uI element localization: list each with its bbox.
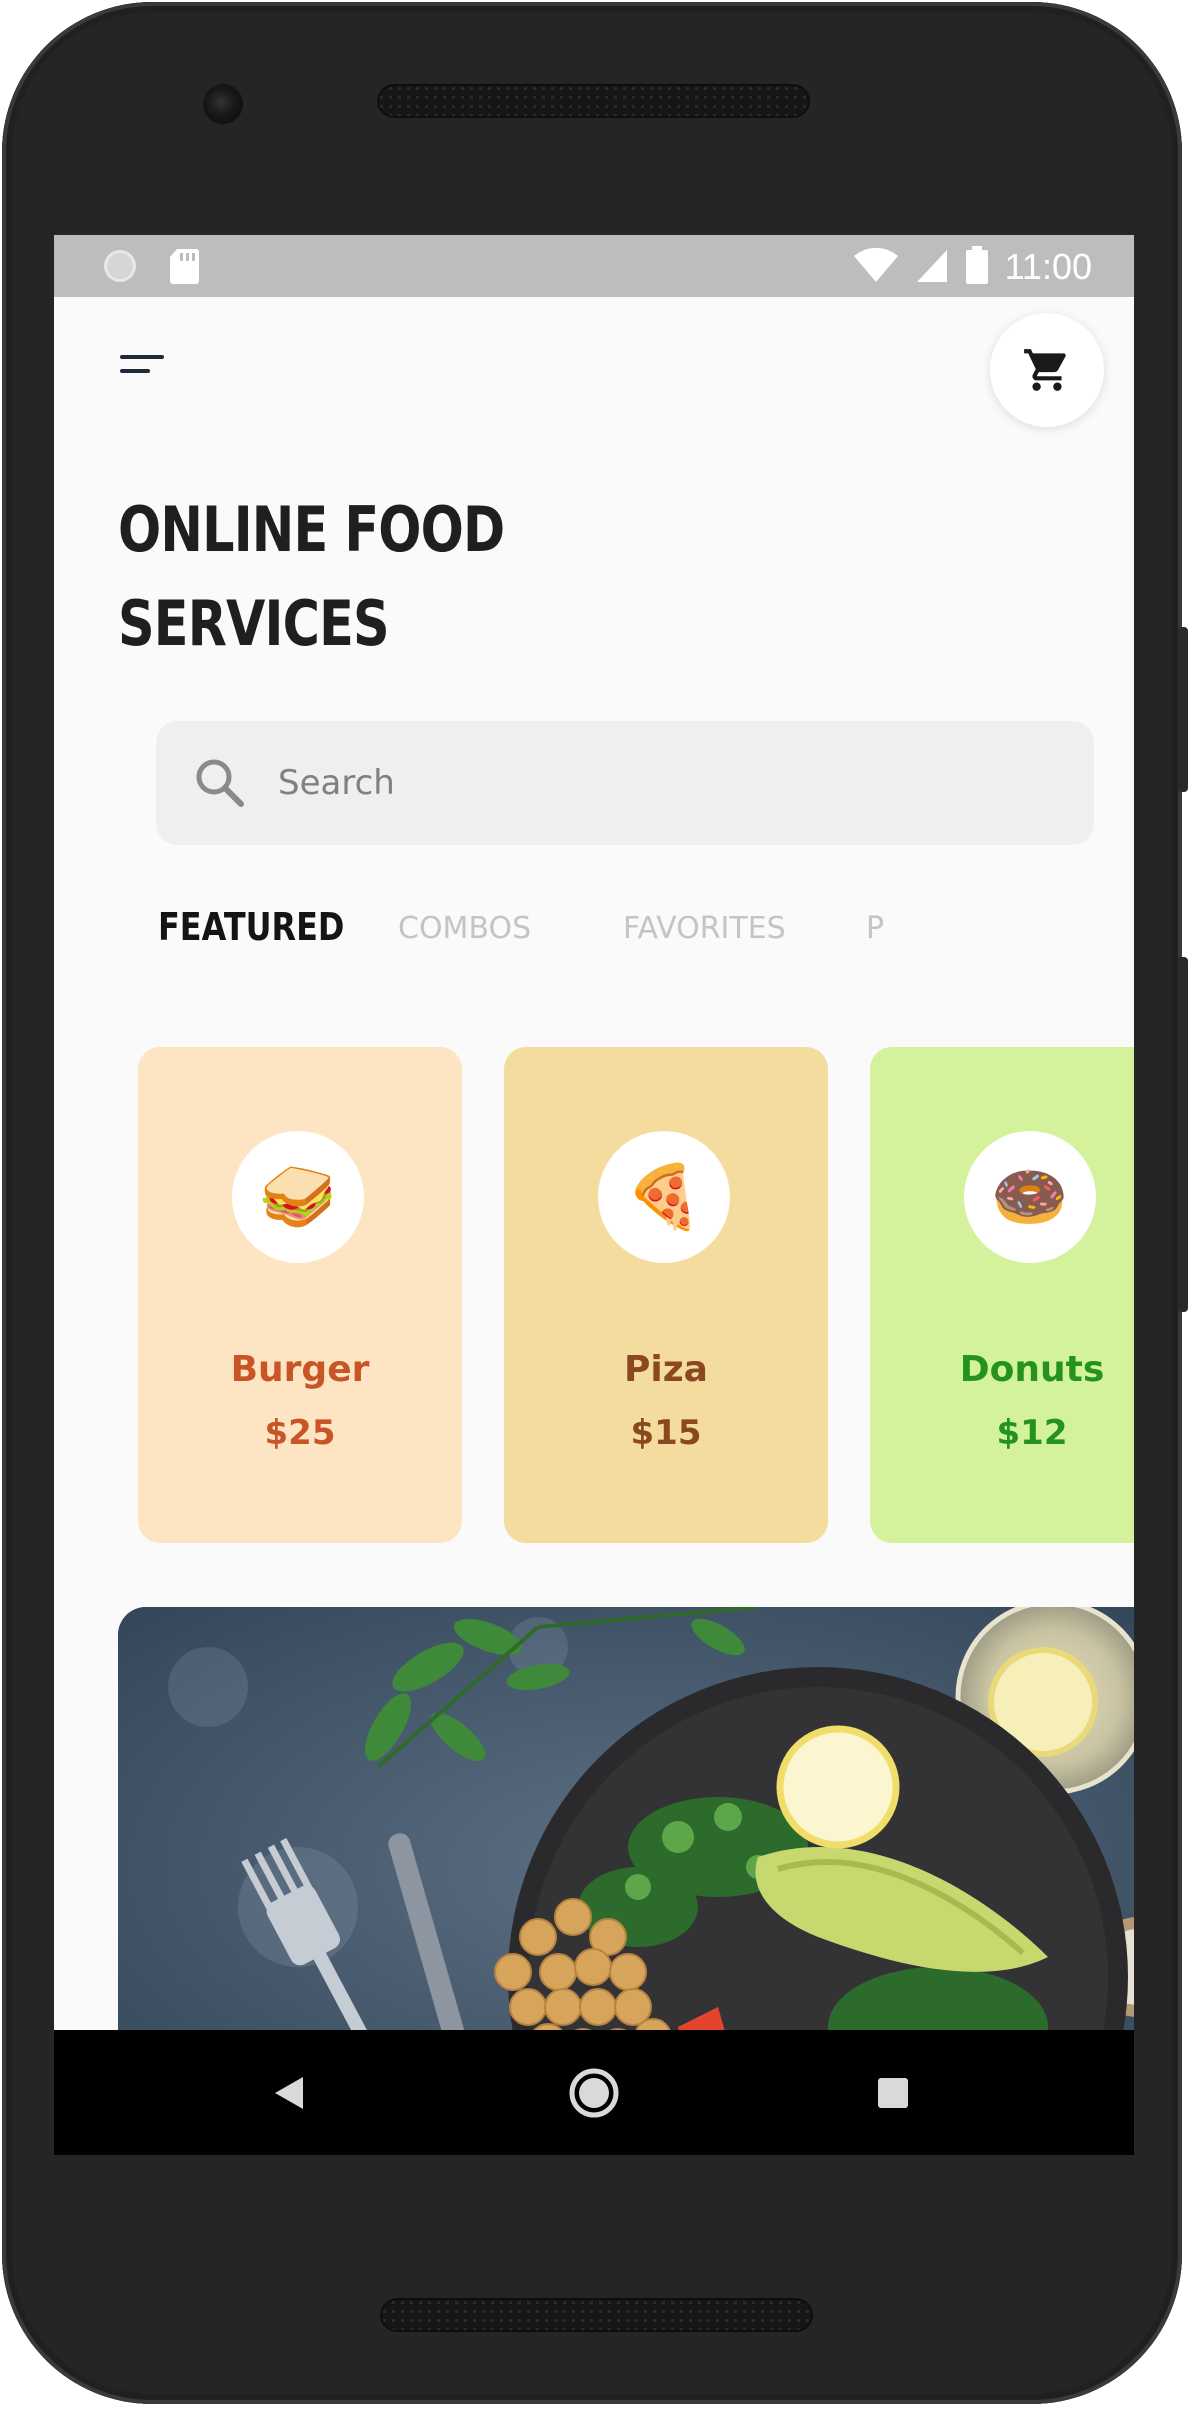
phone-screen: 11:00 ONLINE FOOD SERVICES Search FEATUR… bbox=[54, 235, 1134, 2155]
app-content: ONLINE FOOD SERVICES FEATURED COMBOS FAV… bbox=[54, 297, 1134, 2127]
front-camera bbox=[203, 84, 243, 124]
donuts-icon-circle: 🍩 bbox=[964, 1131, 1096, 1263]
food-name: Donuts bbox=[959, 1349, 1105, 1390]
cart-button[interactable] bbox=[990, 313, 1104, 427]
page-title-line-1: ONLINE FOOD bbox=[118, 493, 505, 566]
back-triangle-icon bbox=[275, 2076, 303, 2109]
status-bar: 11:00 bbox=[54, 235, 1134, 297]
recents-square-icon bbox=[878, 2077, 908, 2108]
page-title-line-2: SERVICES bbox=[118, 587, 390, 660]
food-card-piza[interactable]: 🍕 Piza $15 bbox=[504, 1047, 828, 1543]
piza-icon-circle: 🍕 bbox=[598, 1131, 730, 1263]
food-name: Piza bbox=[624, 1349, 708, 1390]
sandwich-icon: 🥪 bbox=[259, 1160, 337, 1233]
home-button[interactable] bbox=[514, 2030, 674, 2155]
status-circle-icon bbox=[102, 248, 138, 288]
system-nav-bar bbox=[54, 2030, 1134, 2155]
page-title: ONLINE FOOD SERVICES bbox=[118, 483, 692, 671]
food-card-donuts[interactable]: 🍩 Donuts $12 bbox=[870, 1047, 1134, 1543]
food-price: $15 bbox=[630, 1413, 702, 1453]
home-circle-icon bbox=[569, 2068, 619, 2117]
food-cards-carousel: 🥪 Burger $25 🍕 Piza $15 🍩 Donuts $12 bbox=[54, 1047, 1134, 1543]
tab-combos[interactable]: COMBOS bbox=[398, 911, 531, 946]
food-price: $12 bbox=[996, 1413, 1068, 1453]
signal-icon bbox=[915, 247, 949, 287]
wifi-icon bbox=[853, 247, 899, 287]
status-time: 11:00 bbox=[1004, 246, 1092, 287]
recents-button[interactable] bbox=[813, 2030, 973, 2155]
bottom-speaker bbox=[380, 2298, 813, 2332]
search-bar[interactable] bbox=[156, 721, 1094, 845]
tab-featured[interactable]: FEATURED bbox=[158, 905, 344, 949]
cart-icon bbox=[1024, 349, 1066, 391]
pizza-icon: 🍕 bbox=[625, 1160, 703, 1233]
volume-button bbox=[1178, 957, 1188, 1312]
food-name: Burger bbox=[230, 1349, 370, 1390]
power-button bbox=[1178, 627, 1188, 792]
donut-icon: 🍩 bbox=[991, 1160, 1069, 1233]
hamburger-menu-icon[interactable] bbox=[120, 355, 170, 385]
search-input[interactable] bbox=[276, 762, 1040, 804]
food-price: $25 bbox=[264, 1413, 336, 1453]
tab-favorites[interactable]: FAVORITES bbox=[623, 911, 786, 946]
sd-card-icon bbox=[168, 247, 200, 289]
burger-icon-circle: 🥪 bbox=[232, 1131, 364, 1263]
phone-frame: 11:00 ONLINE FOOD SERVICES Search FEATUR… bbox=[2, 2, 1188, 2404]
top-speaker bbox=[377, 84, 810, 118]
back-button[interactable] bbox=[209, 2030, 369, 2155]
battery-icon bbox=[965, 245, 989, 289]
tab-p[interactable]: P bbox=[866, 911, 884, 946]
search-icon bbox=[196, 759, 244, 807]
food-card-burger[interactable]: 🥪 Burger $25 bbox=[138, 1047, 462, 1543]
